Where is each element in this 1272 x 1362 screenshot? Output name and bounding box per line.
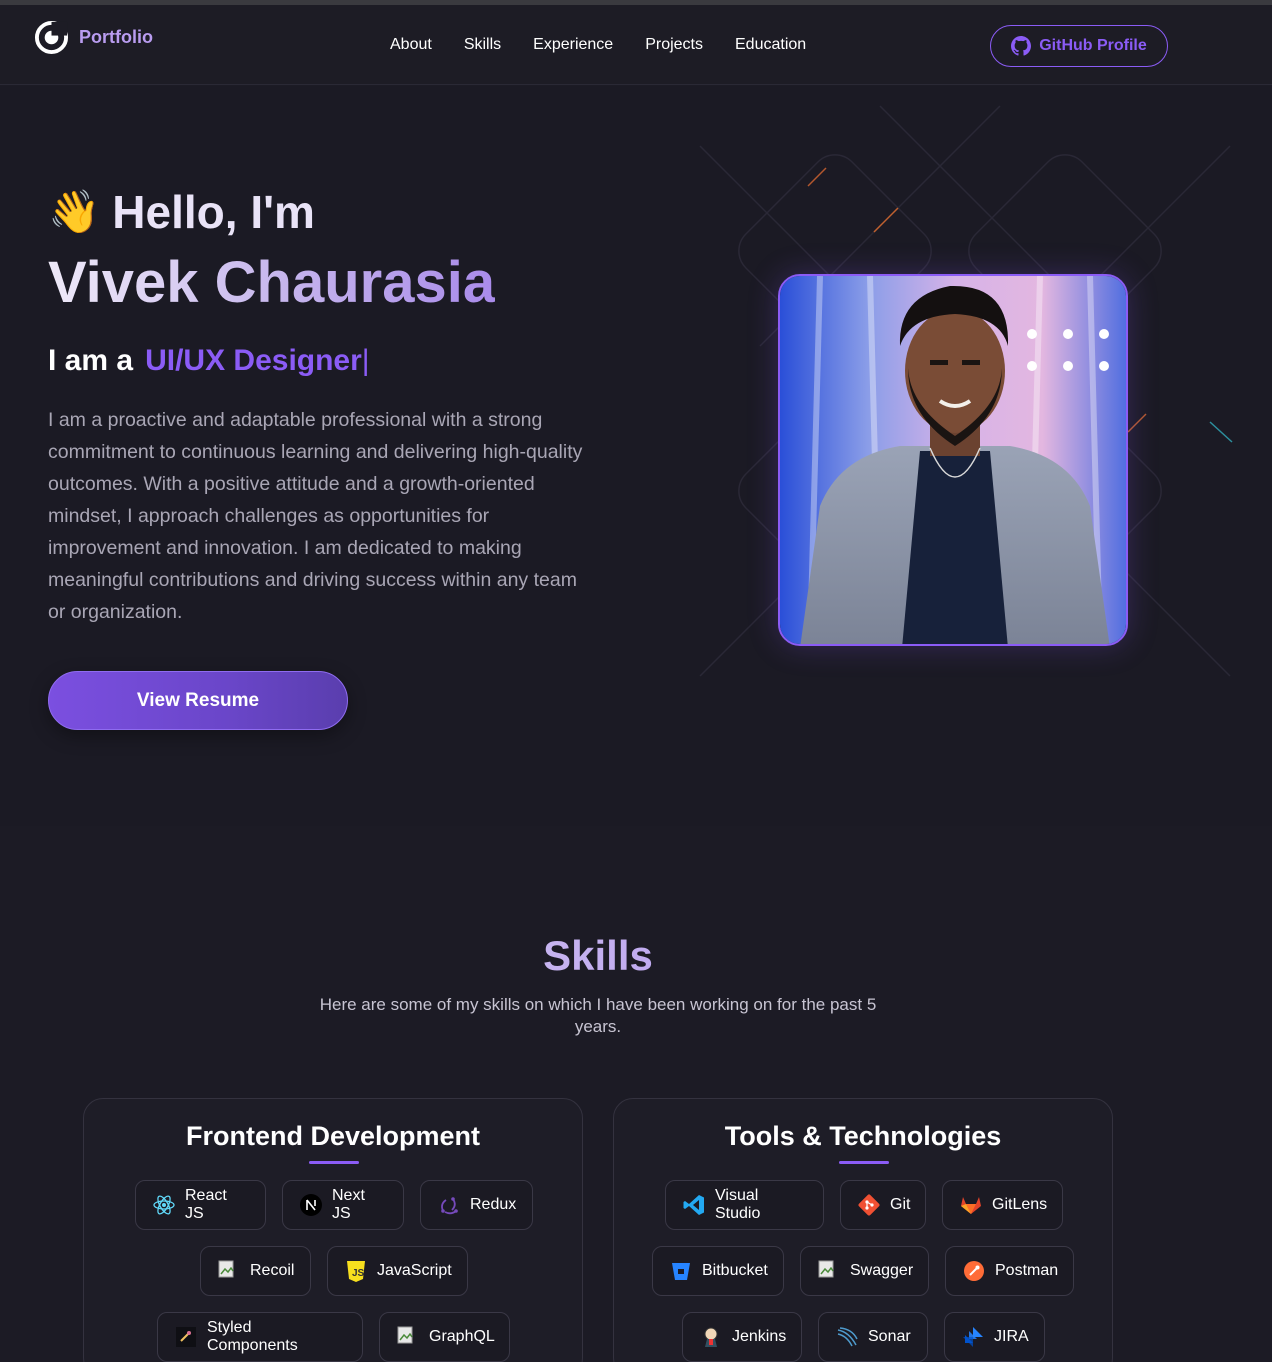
skill-label: Bitbucket <box>702 1262 768 1279</box>
skill-chip-jenkins[interactable]: Jenkins <box>682 1312 802 1362</box>
skills-heading: Skills <box>0 930 1196 982</box>
role-typed: UI/UX Designer| <box>145 342 370 380</box>
frontend-title-underline <box>309 1161 359 1164</box>
nextjs-icon <box>299 1193 323 1217</box>
skill-chip-swagger[interactable]: Swagger <box>800 1246 929 1296</box>
logo-icon <box>34 20 69 55</box>
jenkins-icon <box>699 1325 723 1349</box>
wave-hand-icon: 👋 <box>48 188 101 235</box>
greeting: 👋 Hello, I'm <box>48 186 315 238</box>
git-icon <box>857 1193 881 1217</box>
nav-link-skills[interactable]: Skills <box>464 36 501 54</box>
styled-components-icon <box>174 1325 198 1349</box>
sonar-icon <box>835 1325 859 1349</box>
typing-cursor: | <box>361 344 370 377</box>
view-resume-button[interactable]: View Resume <box>48 671 348 730</box>
postman-icon <box>962 1259 986 1283</box>
skill-label: JIRA <box>994 1328 1029 1345</box>
svg-text:JS: JS <box>352 1268 365 1279</box>
javascript-icon: JS <box>344 1259 368 1283</box>
nav-link-projects[interactable]: Projects <box>645 36 703 54</box>
skill-label: GraphQL <box>429 1328 495 1345</box>
broken-image-icon <box>817 1259 841 1283</box>
skill-chip-gitlens[interactable]: GitLens <box>942 1180 1063 1230</box>
skills-subtitle: Here are some of my skills on which I ha… <box>319 995 877 1036</box>
github-profile-label: GitHub Profile <box>1039 37 1147 54</box>
role-prefix: I am a <box>48 344 134 377</box>
nav-links: About Skills Experience Projects Educati… <box>390 36 806 54</box>
skill-chip-postman[interactable]: Postman <box>945 1246 1074 1296</box>
navbar: Portfolio About Skills Experience Projec… <box>0 5 1272 85</box>
profile-photo-illustration <box>780 276 1126 644</box>
skill-label: Jenkins <box>732 1328 787 1345</box>
skill-chip-javascript[interactable]: JS JavaScript <box>327 1246 468 1296</box>
skill-chip-nextjs[interactable]: Next JS <box>282 1180 404 1230</box>
gitlab-icon <box>959 1193 983 1217</box>
tools-card-title: Tools & Technologies <box>724 1121 1002 1151</box>
skill-chip-jira[interactable]: JIRA <box>944 1312 1045 1362</box>
skill-label: Recoil <box>250 1262 295 1279</box>
nav-link-education[interactable]: Education <box>735 36 806 54</box>
hero-name: Vivek Chaurasia <box>48 250 496 315</box>
skill-label: Git <box>890 1196 911 1213</box>
skill-chip-styled-components[interactable]: Styled Components <box>157 1312 363 1362</box>
skill-chip-bitbucket[interactable]: Bitbucket <box>652 1246 784 1296</box>
skill-label: Visual Studio <box>715 1187 761 1222</box>
jira-icon <box>961 1325 985 1349</box>
skill-chip-graphql[interactable]: GraphQL <box>379 1312 510 1362</box>
skill-label: GitLens <box>992 1196 1048 1213</box>
skill-label: Redux <box>470 1196 517 1213</box>
role-line: I am a UI/UX Designer| <box>48 342 370 380</box>
role-text: UI/UX Designer <box>145 344 362 377</box>
frontend-skills-card: Frontend Development React JS Next JS Re… <box>83 1098 583 1362</box>
skill-chip-sonar[interactable]: Sonar <box>818 1312 928 1362</box>
skill-label: Postman <box>995 1262 1059 1279</box>
nav-link-experience[interactable]: Experience <box>533 36 613 54</box>
profile-photo <box>778 274 1128 646</box>
logo[interactable]: Portfolio <box>34 20 153 55</box>
skill-chip-git[interactable]: Git <box>840 1180 926 1230</box>
bitbucket-icon <box>669 1259 693 1283</box>
skill-label: Swagger <box>850 1262 914 1279</box>
greeting-text: Hello, I'm <box>112 186 315 238</box>
github-icon <box>1011 36 1032 56</box>
skill-chip-react[interactable]: React JS <box>135 1180 266 1230</box>
skill-chip-visual-studio[interactable]: Visual Studio <box>665 1180 824 1230</box>
hero-bio: I am a proactive and adaptable professio… <box>48 409 583 623</box>
frontend-card-title: Frontend Development <box>185 1121 481 1151</box>
skills-heading-text: Skills <box>543 932 653 979</box>
skill-label: Sonar <box>868 1328 911 1345</box>
skill-label: Next JS <box>332 1187 365 1222</box>
tools-title-underline <box>839 1161 889 1164</box>
broken-image-icon <box>396 1325 420 1349</box>
github-profile-button[interactable]: GitHub Profile <box>990 25 1168 67</box>
nav-link-about[interactable]: About <box>390 36 432 54</box>
redux-icon <box>437 1193 461 1217</box>
skill-label: React JS <box>185 1187 227 1222</box>
broken-image-icon <box>217 1259 241 1283</box>
hero-section: 👋 Hello, I'm Vivek Chaurasia I am a UI/U… <box>0 86 1272 826</box>
react-icon <box>152 1193 176 1217</box>
logo-text: Portfolio <box>79 27 153 47</box>
vscode-icon <box>682 1193 706 1217</box>
skill-chip-redux[interactable]: Redux <box>420 1180 533 1230</box>
skill-label: JavaScript <box>377 1262 452 1279</box>
skill-label: Styled Components <box>207 1319 298 1354</box>
skill-chip-recoil[interactable]: Recoil <box>200 1246 311 1296</box>
tools-skills-card: Tools & Technologies Visual Studio Git G… <box>613 1098 1113 1362</box>
